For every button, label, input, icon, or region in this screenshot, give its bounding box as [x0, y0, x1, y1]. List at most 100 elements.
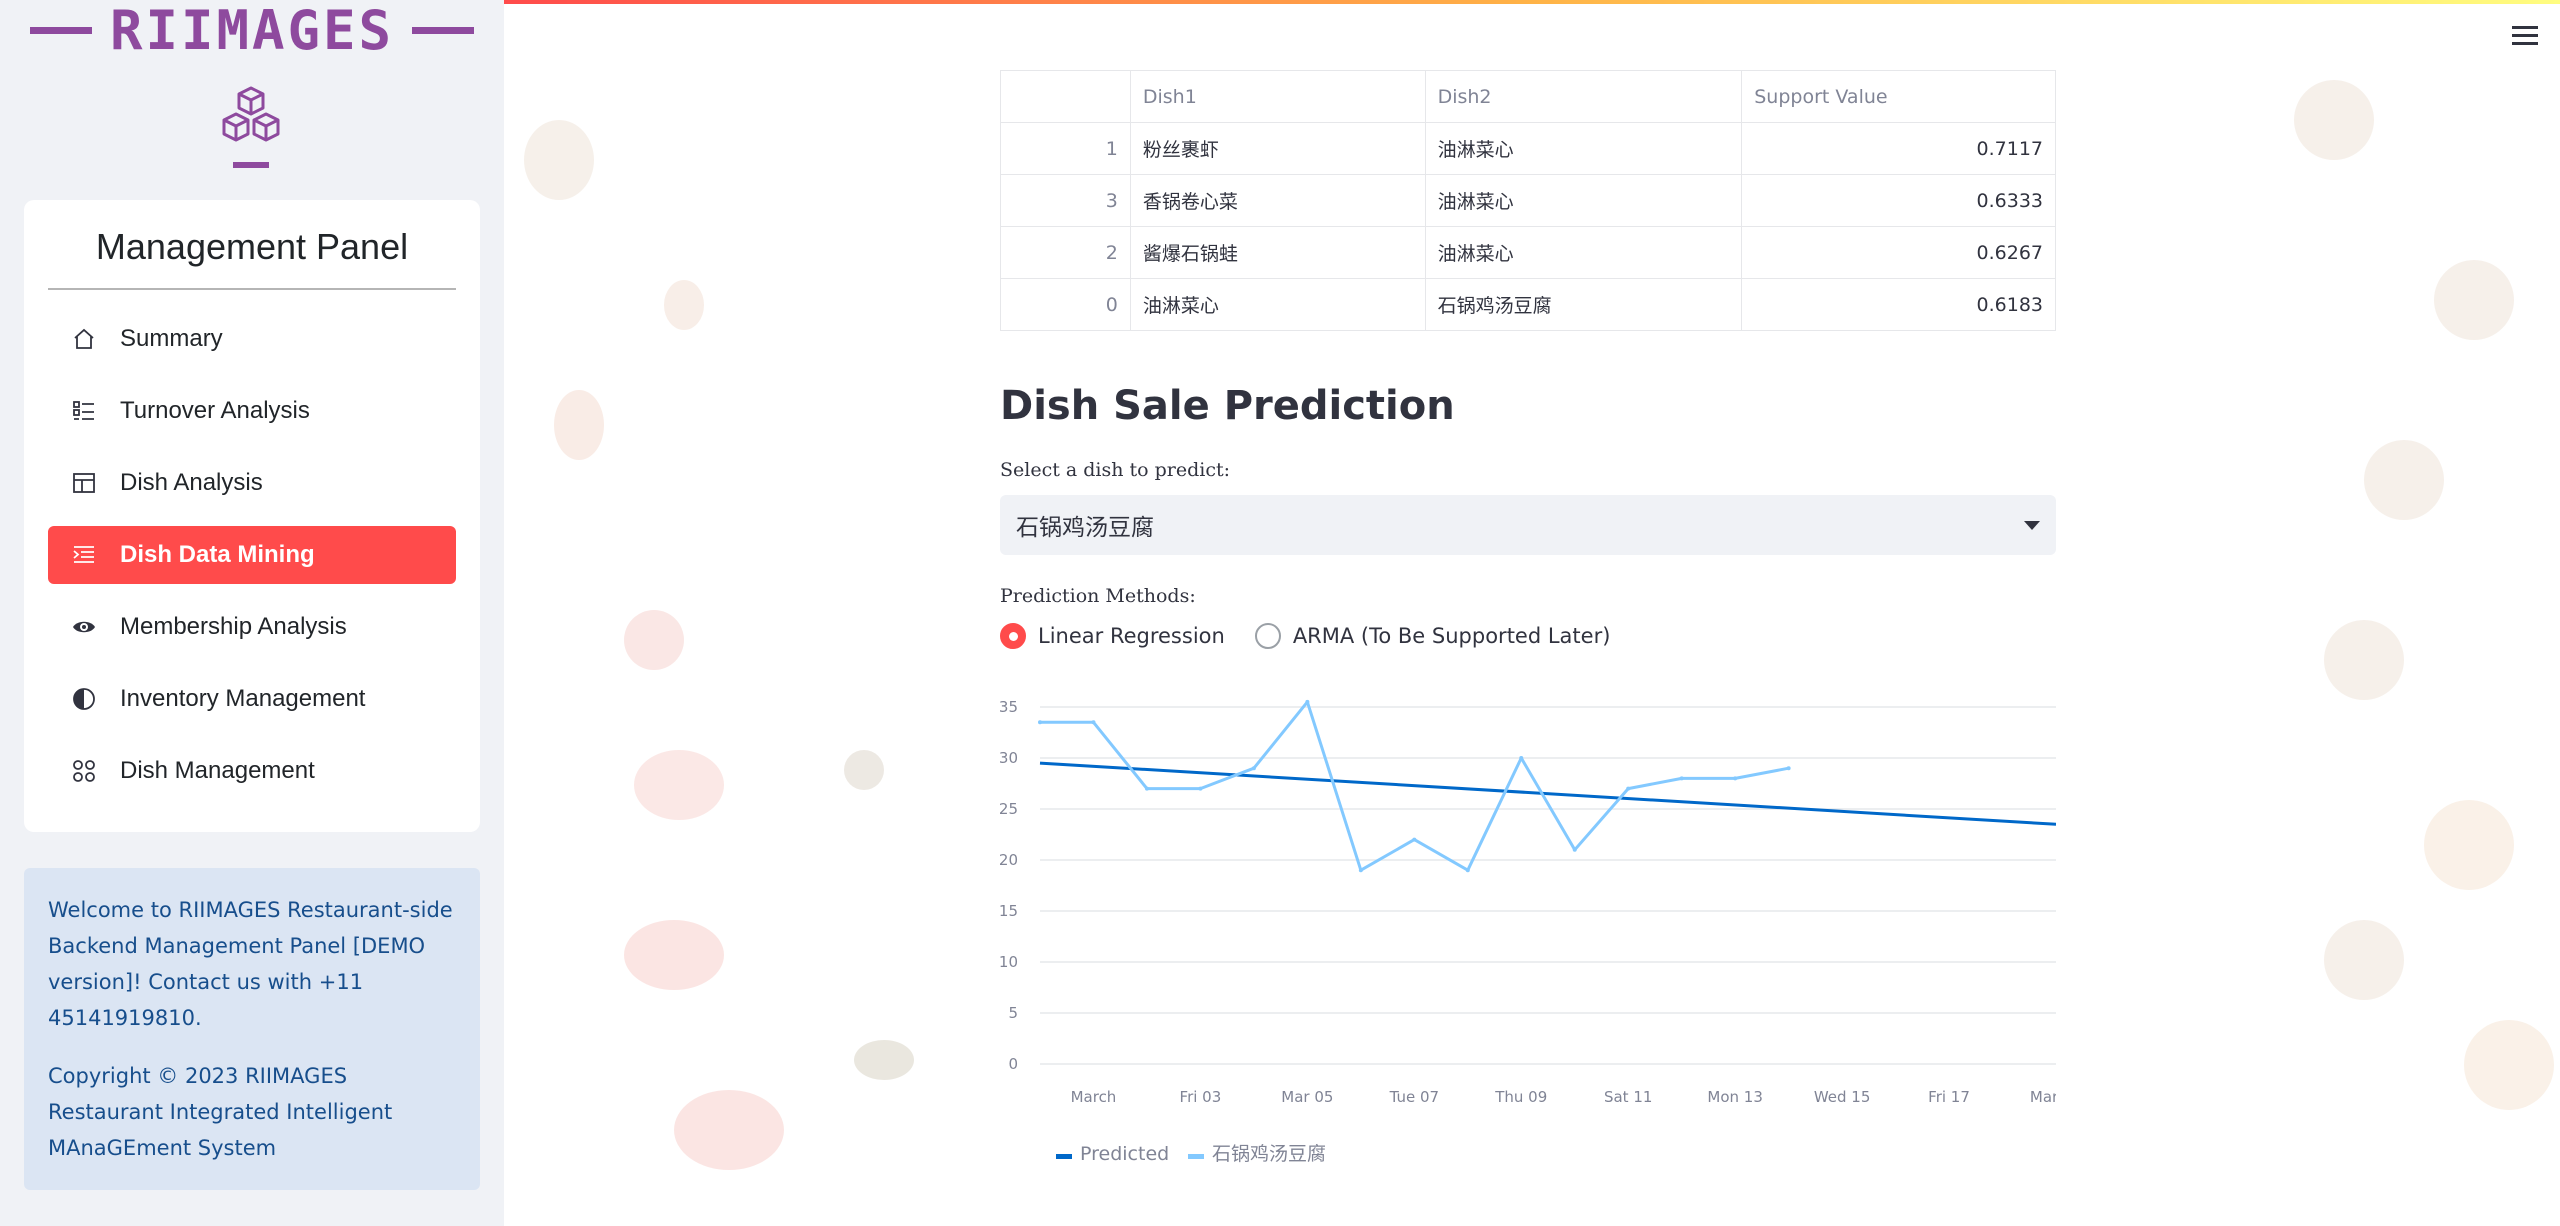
food-decoration	[624, 920, 724, 990]
table-row: 2 酱爆石锅蛙 油淋菜心 0.6267	[1000, 226, 2056, 279]
top-decoration-bar	[504, 0, 2560, 4]
legend-swatch	[1056, 1154, 1072, 1159]
cell-dish2: 油淋菜心	[1424, 122, 1743, 175]
radio-button-selected[interactable]	[1000, 623, 1026, 649]
nav-item-dish-data-mining[interactable]: Dish Data Mining	[48, 526, 456, 584]
x-tick-label: Tue 07	[1389, 1088, 1439, 1106]
cell-support-value: 0.6333	[1741, 174, 2056, 227]
nav-item-membership-analysis[interactable]: Membership Analysis	[48, 598, 456, 656]
row-index: 1	[1000, 122, 1131, 175]
dish-select-label: Select a dish to predict:	[1000, 459, 1231, 481]
nav-item-label: Dish Management	[120, 757, 315, 784]
data-point	[1519, 756, 1524, 760]
radio-label: Linear Regression	[1038, 624, 1225, 648]
food-decoration	[2324, 620, 2404, 700]
cell-support-value: 0.6267	[1741, 226, 2056, 279]
food-decoration	[624, 610, 684, 670]
dish-select[interactable]: 石锅鸡汤豆腐	[1000, 495, 2056, 555]
x-tick-label: March	[1071, 1088, 1117, 1106]
nav-item-summary[interactable]: Summary	[48, 310, 456, 368]
cubes-icon	[222, 86, 280, 142]
nav-item-dish-analysis[interactable]: Dish Analysis	[48, 454, 456, 512]
data-point	[1038, 720, 1042, 725]
cell-dish1: 酱爆石锅蛙	[1129, 226, 1426, 279]
association-rules-table: Dish1 Dish2 Support Value 1 粉丝裹虾 油淋菜心 0.…	[1000, 70, 2056, 331]
sidebar: RIIMAGES Management Panel Summary Turnov…	[0, 0, 504, 1226]
prediction-methods-label: Prediction Methods:	[1000, 585, 1196, 607]
data-point	[1786, 766, 1791, 771]
text-indent-icon	[70, 541, 98, 569]
radio-button[interactable]	[1254, 623, 1281, 649]
nav-item-label: Dish Analysis	[120, 469, 263, 496]
y-tick-label: 30	[1000, 749, 1018, 767]
y-tick-label: 15	[1000, 902, 1018, 920]
data-point	[1572, 847, 1577, 852]
cell-dish1: 油淋菜心	[1129, 278, 1426, 331]
house-icon	[70, 325, 98, 353]
x-tick-label: Thu 09	[1494, 1088, 1547, 1106]
half-circle-icon	[70, 685, 98, 713]
table-header-row: Dish1 Dish2 Support Value	[1000, 70, 2056, 123]
data-point	[1144, 786, 1149, 791]
table-row: 0 油淋菜心 石锅鸡汤豆腐 0.6183	[1000, 278, 2056, 331]
panel-divider	[48, 288, 456, 290]
series-line-predicted	[1039, 761, 2057, 826]
data-point	[1412, 837, 1417, 842]
cell-dish2: 石锅鸡汤豆腐	[1424, 278, 1743, 331]
radio-option-arma[interactable]: ARMA (To Be Supported Later)	[1254, 623, 1611, 649]
section-title: Dish Sale Prediction	[1000, 383, 1455, 429]
y-tick-label: 35	[1000, 698, 1018, 716]
data-point	[1251, 766, 1256, 771]
table-row: 1 粉丝裹虾 油淋菜心 0.7117	[1000, 122, 2056, 175]
data-point	[1679, 776, 1684, 781]
x-tick-label: Mon 13	[1707, 1088, 1762, 1106]
table-row: 3 香锅卷心菜 油淋菜心 0.6333	[1000, 174, 2056, 227]
column-header-support-value[interactable]: Support Value	[1741, 70, 2056, 123]
food-decoration	[664, 280, 704, 330]
food-decoration	[2434, 260, 2514, 340]
cell-dish1: 粉丝裹虾	[1129, 122, 1426, 175]
radio-option-linear-regression[interactable]: Linear Regression	[1000, 623, 1225, 649]
data-point	[1358, 868, 1363, 873]
welcome-text: Welcome to RIIMAGES Restaurant-side Back…	[48, 898, 453, 1030]
prediction-methods-radio-group: Linear Regression ARMA (To Be Supported …	[1000, 623, 2056, 649]
line-chart-svg: 0 5 10 15 20 25 30 35 March Fri 03 Mar 05 Tue 07 Thu…	[999, 698, 2082, 1165]
nav-item-label: Inventory Management	[120, 685, 366, 712]
y-tick-label: 20	[1000, 851, 1018, 869]
food-decoration	[2294, 80, 2374, 160]
food-decoration	[2324, 920, 2404, 1000]
column-header-index[interactable]	[1000, 70, 1131, 123]
nav-item-label: Membership Analysis	[120, 613, 347, 640]
logo[interactable]: RIIMAGES	[0, 0, 504, 62]
cell-support-value: 0.6183	[1741, 278, 2056, 331]
panel-title: Management Panel	[95, 226, 409, 267]
nav-item-inventory-management[interactable]: Inventory Management	[48, 670, 456, 728]
food-decoration	[524, 120, 594, 200]
cell-support-value: 0.7117	[1741, 122, 2056, 175]
row-index: 2	[1000, 226, 1131, 279]
nav-item-label: Summary	[120, 325, 223, 352]
x-tick-label: Mar 19	[2030, 1088, 2056, 1106]
logo-underline	[233, 162, 269, 168]
nav-item-label: Turnover Analysis	[120, 397, 310, 424]
nav-item-turnover-analysis[interactable]: Turnover Analysis	[48, 382, 456, 440]
y-tick-label: 25	[1000, 800, 1018, 818]
x-tick-label: Mar 05	[1281, 1088, 1333, 1106]
food-decoration	[674, 1090, 784, 1170]
data-point	[1626, 786, 1631, 791]
cell-dish2: 油淋菜心	[1424, 174, 1743, 227]
column-header-dish2[interactable]: Dish2	[1424, 70, 1743, 123]
copyright-text: Copyright © 2023 RIIMAGES Restaurant Int…	[48, 1064, 393, 1160]
sales-prediction-chart[interactable]: 0 5 10 15 20 25 30 35 March Fri 03 Mar 05 Tue 07 Thu…	[999, 689, 2082, 1179]
food-decoration	[634, 750, 724, 820]
radio-label: ARMA (To Be Supported Later)	[1292, 624, 1611, 648]
hamburger-menu-icon[interactable]	[2512, 26, 2538, 48]
chevron-down-icon	[2024, 520, 2040, 530]
nav-item-dish-management[interactable]: Dish Management	[48, 742, 456, 800]
x-tick-label: Fri 03	[1180, 1088, 1222, 1106]
column-header-dish1[interactable]: Dish1	[1129, 70, 1426, 123]
eye-icon	[70, 613, 98, 641]
food-decoration	[2424, 800, 2514, 890]
dish-select-value: 石锅鸡汤豆腐	[1016, 515, 1154, 541]
grid-circles-icon	[70, 757, 98, 785]
